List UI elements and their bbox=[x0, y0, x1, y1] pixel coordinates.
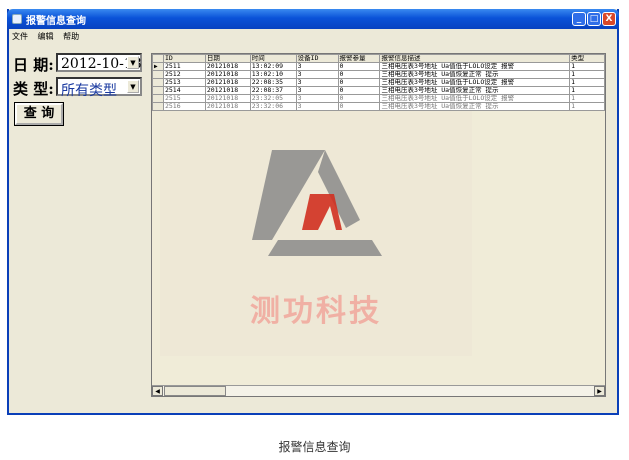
horizontal-scrollbar[interactable]: ◀ ▶ bbox=[152, 385, 605, 396]
table-cell[interactable]: 20121018 bbox=[204, 102, 251, 111]
table-cell[interactable]: 20121018 bbox=[204, 62, 251, 71]
table-cell[interactable]: 三相电压表3号地址 Ua值恢复正常 提示 bbox=[379, 102, 571, 111]
table-cell[interactable]: 3 bbox=[295, 78, 339, 87]
menu-edit[interactable]: 编辑 bbox=[35, 29, 58, 42]
table-cell[interactable]: 20121018 bbox=[204, 78, 251, 87]
column-header[interactable]: 时间 bbox=[249, 54, 297, 63]
current-row-arrow-icon[interactable]: ▶ bbox=[152, 62, 164, 71]
table-cell[interactable]: 23:32:06 bbox=[249, 102, 297, 111]
table-cell[interactable]: 23:32:05 bbox=[249, 94, 297, 103]
table-cell[interactable]: 2512 bbox=[162, 70, 206, 79]
row-selector[interactable] bbox=[152, 102, 164, 111]
table-cell[interactable]: 2511 bbox=[162, 62, 206, 71]
close-button[interactable]: X bbox=[602, 12, 616, 26]
table-cell[interactable]: 3 bbox=[295, 102, 339, 111]
table-cell[interactable]: 22:08:37 bbox=[249, 86, 297, 95]
alarm-table: ID 日期 时间 设备ID 报警参量 报警信息描述 类型 ▶ 2511 2012… bbox=[152, 54, 605, 111]
table-cell[interactable]: 2515 bbox=[162, 94, 206, 103]
table-header-row: ID 日期 时间 设备ID 报警参量 报警信息描述 类型 bbox=[152, 54, 605, 63]
table-cell[interactable]: 1 bbox=[569, 86, 605, 95]
table-cell[interactable]: 13:02:10 bbox=[249, 70, 297, 79]
table-cell[interactable]: 0 bbox=[337, 78, 381, 87]
app-icon bbox=[12, 14, 22, 24]
table-cell[interactable]: 三相电压表3号地址 Ua值恢复正常 提示 bbox=[379, 70, 571, 79]
table-cell[interactable]: 1 bbox=[569, 78, 605, 87]
table-row[interactable]: 2512 20121018 13:02:10 3 0 三相电压表3号地址 Ua值… bbox=[152, 70, 605, 79]
table-cell[interactable]: 1 bbox=[569, 62, 605, 71]
window-title: 报警信息查询 bbox=[26, 16, 86, 27]
date-picker[interactable]: 2012-10-18 ▼ bbox=[56, 53, 142, 72]
table-row[interactable]: 2513 20121018 22:08:35 3 0 三相电压表3号地址 Ua值… bbox=[152, 78, 605, 87]
type-value: 所有类型 bbox=[61, 83, 117, 99]
table-cell[interactable]: 1 bbox=[569, 70, 605, 79]
query-button[interactable]: 查 询 bbox=[14, 102, 64, 126]
column-header[interactable]: 报警信息描述 bbox=[379, 54, 571, 63]
minimize-button[interactable]: _ bbox=[572, 12, 586, 26]
figure-caption: 报警信息查询 bbox=[278, 440, 351, 454]
date-label: 日 期: bbox=[13, 56, 54, 74]
column-header[interactable]: 日期 bbox=[204, 54, 251, 63]
table-cell[interactable]: 13:02:09 bbox=[249, 62, 297, 71]
menu-help[interactable]: 帮助 bbox=[60, 29, 83, 42]
menu-bar: 文件 编辑 帮助 bbox=[9, 29, 617, 43]
row-selector[interactable] bbox=[152, 70, 164, 79]
table-cell[interactable]: 三相电压表3号地址 Ua值恢复正常 提示 bbox=[379, 86, 571, 95]
menu-file[interactable]: 文件 bbox=[9, 29, 32, 42]
table-row[interactable]: 2515 20121018 23:32:05 3 0 三相电压表3号地址 Ua值… bbox=[152, 94, 605, 103]
company-watermark: 测功科技 bbox=[160, 110, 472, 356]
table-cell[interactable]: 3 bbox=[295, 70, 339, 79]
table-cell[interactable]: 22:08:35 bbox=[249, 78, 297, 87]
table-cell[interactable]: 0 bbox=[337, 62, 381, 71]
column-header[interactable]: 类型 bbox=[569, 54, 605, 63]
column-header[interactable]: ID bbox=[162, 54, 206, 63]
table-cell[interactable]: 1 bbox=[569, 102, 605, 111]
table-cell[interactable]: 2513 bbox=[162, 78, 206, 87]
table-cell[interactable]: 20121018 bbox=[204, 70, 251, 79]
table-cell[interactable]: 3 bbox=[295, 86, 339, 95]
table-cell[interactable]: 三相电压表3号地址 Ua值低于LOLO设定 报警 bbox=[379, 78, 571, 87]
column-header[interactable]: 报警参量 bbox=[337, 54, 381, 63]
table-cell[interactable]: 0 bbox=[337, 86, 381, 95]
scrollbar-thumb[interactable] bbox=[164, 386, 226, 396]
table-cell[interactable]: 3 bbox=[295, 62, 339, 71]
scroll-left-arrow-icon[interactable]: ◀ bbox=[152, 386, 163, 396]
table-cell[interactable]: 2516 bbox=[162, 102, 206, 111]
table-cell[interactable]: 1 bbox=[569, 94, 605, 103]
maximize-button[interactable]: □ bbox=[587, 12, 601, 26]
type-select[interactable]: 所有类型 ▼ bbox=[56, 77, 142, 99]
row-selector[interactable] bbox=[152, 78, 164, 87]
table-cell[interactable]: 三相电压表3号地址 Ua值低于LOLO设定 报警 bbox=[379, 94, 571, 103]
company-name-watermark: 测功科技 bbox=[250, 294, 382, 329]
column-header[interactable]: 设备ID bbox=[295, 54, 339, 63]
main-window: 报警信息查询 _ □ X 文件 编辑 帮助 日 期: 2012-10-18 ▼ … bbox=[7, 9, 619, 415]
table-cell[interactable]: 三相电压表3号地址 Ua值低于LOLO设定 报警 bbox=[379, 62, 571, 71]
table-row[interactable]: ▶ 2511 20121018 13:02:09 3 0 三相电压表3号地址 U… bbox=[152, 62, 605, 71]
table-row[interactable]: 2514 20121018 22:08:37 3 0 三相电压表3号地址 Ua值… bbox=[152, 86, 605, 95]
table-cell[interactable]: 0 bbox=[337, 94, 381, 103]
title-bar[interactable]: 报警信息查询 _ □ X bbox=[7, 9, 619, 29]
table-cell[interactable]: 2514 bbox=[162, 86, 206, 95]
table-cell[interactable]: 0 bbox=[337, 102, 381, 111]
table-cell[interactable]: 20121018 bbox=[204, 94, 251, 103]
table-cell[interactable]: 3 bbox=[295, 94, 339, 103]
scroll-right-arrow-icon[interactable]: ▶ bbox=[594, 386, 605, 396]
date-dropdown-arrow-icon[interactable]: ▼ bbox=[127, 56, 139, 69]
table-cell[interactable]: 20121018 bbox=[204, 86, 251, 95]
type-dropdown-arrow-icon[interactable]: ▼ bbox=[127, 80, 139, 93]
row-selector[interactable] bbox=[152, 86, 164, 95]
row-selector[interactable] bbox=[152, 94, 164, 103]
table-cell[interactable]: 0 bbox=[337, 70, 381, 79]
row-selector-header bbox=[152, 54, 164, 63]
table-row[interactable]: 2516 20121018 23:32:06 3 0 三相电压表3号地址 Ua值… bbox=[152, 102, 605, 111]
alarm-grid[interactable]: 测功科技 ID 日期 时间 设备ID 报警参量 报警信息描述 类型 ▶ 2511 bbox=[151, 53, 606, 397]
type-label: 类 型: bbox=[13, 80, 54, 98]
